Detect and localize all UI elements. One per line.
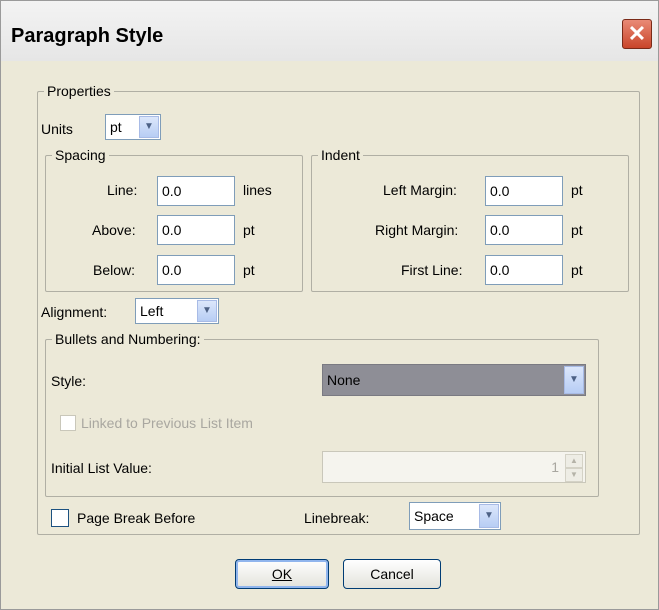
below-unit: pt	[243, 262, 255, 278]
chevron-down-icon[interactable]: ▼	[479, 504, 499, 528]
linebreak-label: Linebreak:	[304, 510, 370, 526]
alignment-label: Alignment:	[41, 304, 108, 320]
above-unit: pt	[243, 222, 255, 238]
page-break-label: Page Break Before	[77, 510, 196, 526]
above-spacing-input[interactable]	[157, 215, 235, 245]
linked-previous-checkbox[interactable]	[60, 415, 76, 431]
first-line-input[interactable]	[485, 255, 563, 285]
style-label: Style:	[51, 373, 87, 389]
title-bar[interactable]: Paragraph Style ✕	[1, 1, 658, 61]
paragraph-style-dialog: Paragraph Style ✕ Properties Units pt ▼ …	[0, 0, 659, 610]
cancel-label: Cancel	[370, 566, 414, 582]
line-spacing-input[interactable]	[157, 176, 235, 206]
indent-legend: Indent	[321, 147, 360, 163]
spinner-up-icon[interactable]: ▲	[565, 454, 583, 468]
properties-legend: Properties	[47, 83, 111, 99]
line-label: Line:	[107, 182, 138, 198]
line-unit: lines	[243, 182, 272, 198]
bullet-style-select[interactable]: None ▼	[322, 364, 586, 396]
right-margin-input[interactable]	[485, 215, 563, 245]
alignment-value: Left	[140, 303, 164, 319]
spacing-legend: Spacing	[55, 147, 106, 163]
below-spacing-input[interactable]	[157, 255, 235, 285]
right-margin-unit: pt	[571, 222, 583, 238]
left-margin-unit: pt	[571, 182, 583, 198]
bullets-legend: Bullets and Numbering:	[55, 331, 201, 347]
linked-previous-label: Linked to Previous List Item	[81, 415, 253, 431]
first-line-label: First Line:	[401, 262, 463, 278]
chevron-down-icon[interactable]: ▼	[564, 366, 584, 394]
first-line-unit: pt	[571, 262, 583, 278]
bullet-style-value: None	[327, 372, 361, 388]
initial-list-value-spinner[interactable]: 1 ▲ ▼	[322, 451, 586, 483]
close-icon: ✕	[627, 21, 647, 46]
units-value: pt	[110, 119, 122, 135]
below-label: Below:	[93, 262, 136, 278]
left-margin-label: Left Margin:	[383, 182, 457, 198]
above-label: Above:	[92, 222, 136, 238]
dialog-title: Paragraph Style	[11, 25, 164, 47]
spinner-down-icon[interactable]: ▼	[565, 468, 583, 482]
chevron-down-icon[interactable]: ▼	[139, 116, 159, 138]
close-button[interactable]: ✕	[622, 19, 652, 49]
cancel-button[interactable]: Cancel	[343, 559, 441, 589]
ok-label: OK	[271, 566, 293, 582]
page-break-checkbox[interactable]	[51, 509, 69, 527]
linebreak-value: Space	[414, 508, 454, 524]
units-label: Units	[41, 121, 73, 137]
linebreak-select[interactable]: Space ▼	[409, 502, 501, 530]
ok-button[interactable]: OK	[235, 559, 329, 589]
units-select[interactable]: pt ▼	[105, 114, 161, 140]
chevron-down-icon[interactable]: ▼	[197, 300, 217, 322]
initial-list-value: 1	[551, 459, 559, 475]
left-margin-input[interactable]	[485, 176, 563, 206]
initial-list-value-label: Initial List Value:	[51, 460, 152, 476]
alignment-select[interactable]: Left ▼	[135, 298, 219, 324]
right-margin-label: Right Margin:	[375, 222, 459, 238]
